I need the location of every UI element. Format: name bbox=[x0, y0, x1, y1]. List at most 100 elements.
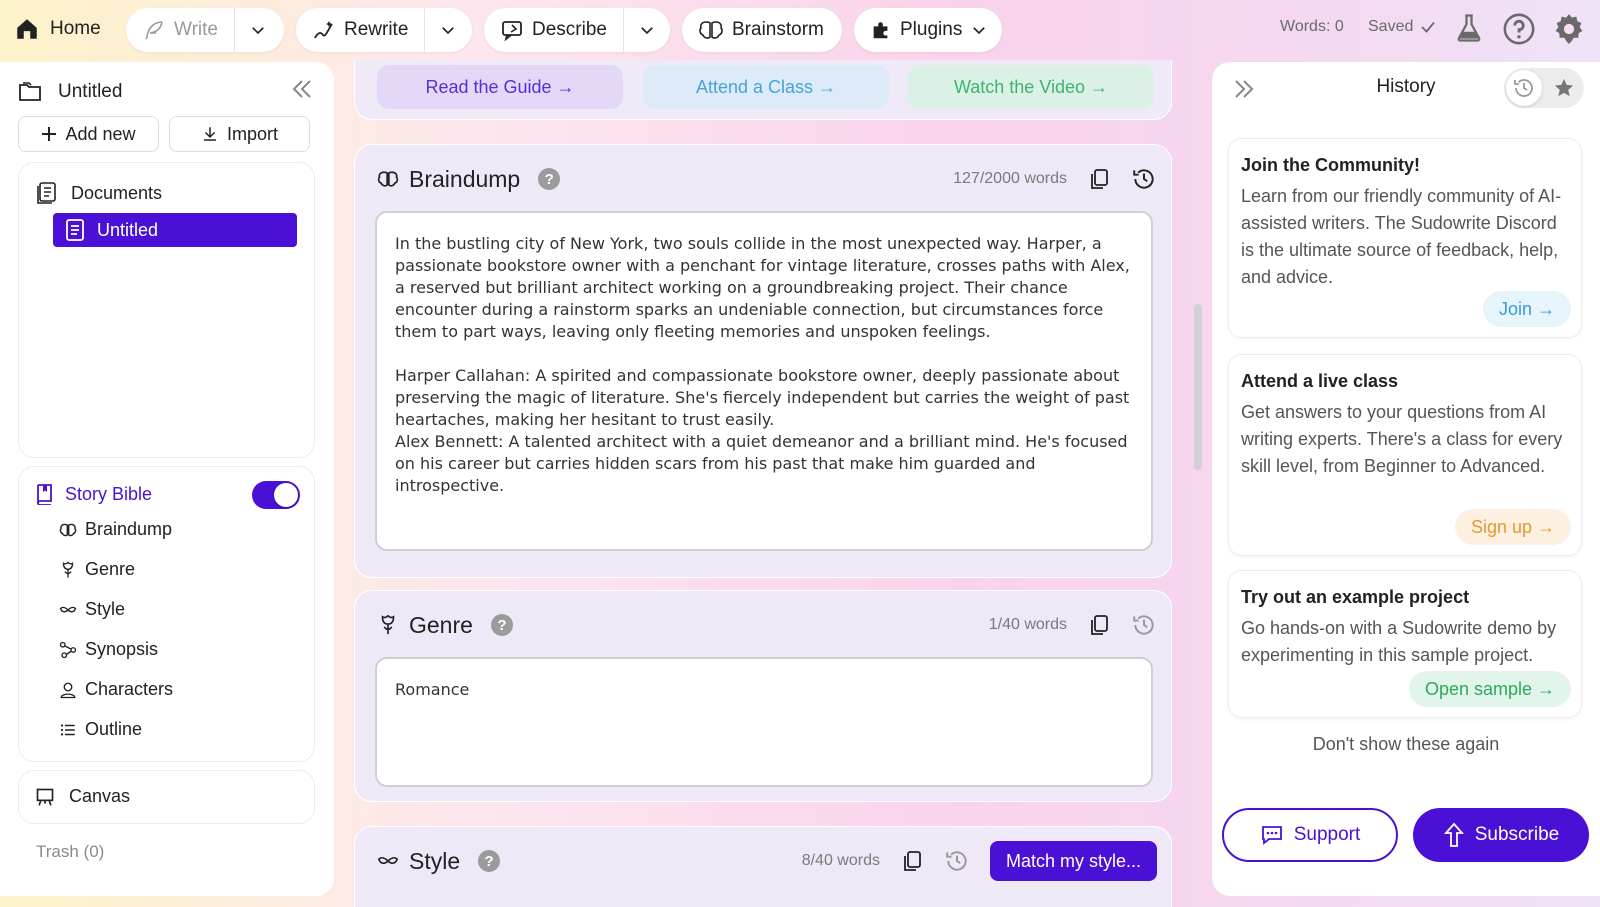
sidebar-item-outline[interactable]: Outline bbox=[59, 719, 142, 740]
plugins-button[interactable]: Plugins bbox=[854, 8, 1002, 52]
person-icon bbox=[59, 681, 77, 699]
genre-title: Genre bbox=[409, 611, 473, 638]
genre-word-count: 1/40 words bbox=[988, 616, 1067, 633]
history-favorites-toggle[interactable] bbox=[1504, 68, 1584, 108]
rewrite-button[interactable]: Rewrite bbox=[296, 8, 424, 52]
home-button[interactable]: Home bbox=[14, 10, 101, 48]
trash-link[interactable]: Trash (0) bbox=[36, 842, 104, 862]
puzzle-icon bbox=[870, 19, 892, 41]
home-icon bbox=[14, 16, 40, 42]
chevron-down-icon bbox=[970, 21, 988, 39]
history-icon[interactable] bbox=[944, 848, 970, 874]
genre-textarea[interactable]: Romance bbox=[375, 657, 1153, 787]
sidebar-item-style[interactable]: Style bbox=[59, 599, 125, 620]
copy-icon[interactable] bbox=[1087, 167, 1111, 191]
collapse-sidebar-button[interactable] bbox=[290, 78, 314, 100]
describe-button-group: Describe bbox=[484, 8, 670, 52]
describe-label: Describe bbox=[532, 19, 607, 40]
document-item-untitled[interactable]: Untitled bbox=[53, 213, 297, 247]
list-icon bbox=[59, 721, 77, 739]
community-card-title: Join the Community! bbox=[1241, 155, 1420, 175]
canvas-item[interactable]: Canvas bbox=[18, 770, 315, 824]
subscribe-button[interactable]: Subscribe bbox=[1413, 808, 1589, 862]
join-button[interactable]: Join → bbox=[1482, 291, 1571, 327]
describe-dropdown[interactable] bbox=[622, 8, 670, 52]
sidebar-item-synopsis[interactable]: Synopsis bbox=[59, 639, 158, 660]
canvas-label: Canvas bbox=[69, 786, 131, 806]
attend-class-button[interactable]: Attend a Class → bbox=[643, 65, 889, 109]
sign-up-button[interactable]: Sign up → bbox=[1454, 509, 1571, 545]
plus-icon bbox=[41, 126, 57, 142]
style-heading: Style ? bbox=[377, 848, 501, 875]
sidebar-item-braindump[interactable]: Braindump bbox=[59, 519, 172, 540]
write-label: Write bbox=[174, 19, 218, 40]
sidebar-item-characters[interactable]: Characters bbox=[59, 679, 173, 700]
rewrite-dropdown[interactable] bbox=[424, 8, 471, 52]
write-dropdown[interactable] bbox=[233, 8, 281, 52]
import-button[interactable]: Import bbox=[169, 116, 310, 152]
question-icon[interactable]: ? bbox=[490, 614, 513, 636]
braindump-card: Braindump ? 127/2000 words In the bustli… bbox=[354, 144, 1172, 578]
story-bible-editor: Read the Guide → Attend a Class → Watch … bbox=[354, 60, 1174, 907]
question-icon[interactable]: ? bbox=[538, 168, 561, 190]
dont-show-again-link[interactable]: Don't show these again bbox=[1212, 734, 1600, 755]
match-my-style-button[interactable]: Match my style... bbox=[989, 841, 1157, 881]
checkmark-icon bbox=[1419, 18, 1437, 36]
documents-panel: Documents Untitled bbox=[18, 162, 315, 458]
support-label: Support bbox=[1293, 824, 1361, 845]
home-label: Home bbox=[50, 18, 101, 39]
brain-icon bbox=[377, 168, 399, 190]
write-button[interactable]: Write bbox=[126, 8, 234, 52]
resources-card: Read the Guide → Attend a Class → Watch … bbox=[354, 60, 1172, 120]
style-word-count: 8/40 words bbox=[801, 852, 880, 869]
copy-icon[interactable] bbox=[1087, 613, 1111, 637]
import-label: Import bbox=[226, 123, 278, 144]
rose-icon bbox=[377, 614, 399, 636]
star-icon[interactable] bbox=[1546, 70, 1582, 106]
sidebar-item-label: Genre bbox=[85, 559, 136, 579]
brainstorm-button[interactable]: Brainstorm bbox=[682, 8, 842, 52]
history-icon[interactable] bbox=[1131, 612, 1157, 638]
watch-video-button[interactable]: Watch the Video → bbox=[908, 65, 1154, 109]
example-project-card-body: Go hands-on with a Sudowrite demo by exp… bbox=[1241, 618, 1557, 665]
braindump-textarea[interactable]: In the bustling city of New York, two so… bbox=[375, 211, 1153, 551]
question-icon[interactable]: ? bbox=[478, 850, 501, 872]
rewrite-wand-icon bbox=[312, 18, 336, 42]
describe-button[interactable]: Describe bbox=[484, 8, 623, 52]
chevron-down-icon bbox=[638, 21, 656, 39]
story-bible-toggle[interactable] bbox=[252, 481, 300, 509]
story-bible-label: Story Bible bbox=[65, 483, 153, 504]
read-guide-button[interactable]: Read the Guide → bbox=[377, 65, 623, 109]
brain-icon bbox=[59, 521, 77, 539]
sidebar-item-label: Outline bbox=[85, 719, 143, 739]
left-sidebar: Untitled Add new Import Documents Untitl… bbox=[0, 62, 334, 896]
mustache-icon bbox=[377, 850, 399, 872]
top-toolbar: Home Write Rewrite Describe Brainstorm P… bbox=[0, 0, 1600, 60]
example-project-card-title: Try out an example project bbox=[1241, 587, 1470, 607]
braindump-word-count: 127/2000 words bbox=[953, 170, 1067, 187]
history-icon[interactable] bbox=[1131, 166, 1157, 192]
editor-scrollbar[interactable] bbox=[1194, 304, 1202, 470]
history-clock-icon[interactable] bbox=[1506, 70, 1542, 106]
help-circle-icon[interactable] bbox=[1502, 12, 1536, 46]
documents-heading[interactable]: Documents bbox=[35, 181, 162, 205]
project-header: Untitled bbox=[18, 76, 316, 108]
chat-bubble-icon bbox=[1260, 824, 1284, 846]
project-title[interactable]: Untitled bbox=[58, 81, 122, 103]
flask-icon[interactable] bbox=[1454, 12, 1484, 44]
word-count: Words: 0 bbox=[1280, 18, 1344, 35]
book-icon bbox=[35, 483, 55, 505]
add-new-label: Add new bbox=[65, 123, 136, 144]
rewrite-button-group: Rewrite bbox=[296, 8, 472, 52]
genre-card: Genre ? 1/40 words Romance bbox=[354, 590, 1172, 802]
describe-icon bbox=[500, 18, 524, 42]
gear-icon[interactable] bbox=[1552, 12, 1586, 46]
copy-icon[interactable] bbox=[900, 849, 924, 873]
community-card-body: Learn from our friendly community of AI-… bbox=[1241, 186, 1562, 287]
story-bible-heading[interactable]: Story Bible bbox=[35, 483, 152, 505]
support-button[interactable]: Support bbox=[1222, 808, 1398, 862]
add-new-button[interactable]: Add new bbox=[18, 116, 159, 152]
open-sample-button[interactable]: Open sample → bbox=[1408, 671, 1571, 707]
sidebar-item-label: Braindump bbox=[85, 519, 173, 539]
sidebar-item-genre[interactable]: Genre bbox=[59, 559, 135, 580]
